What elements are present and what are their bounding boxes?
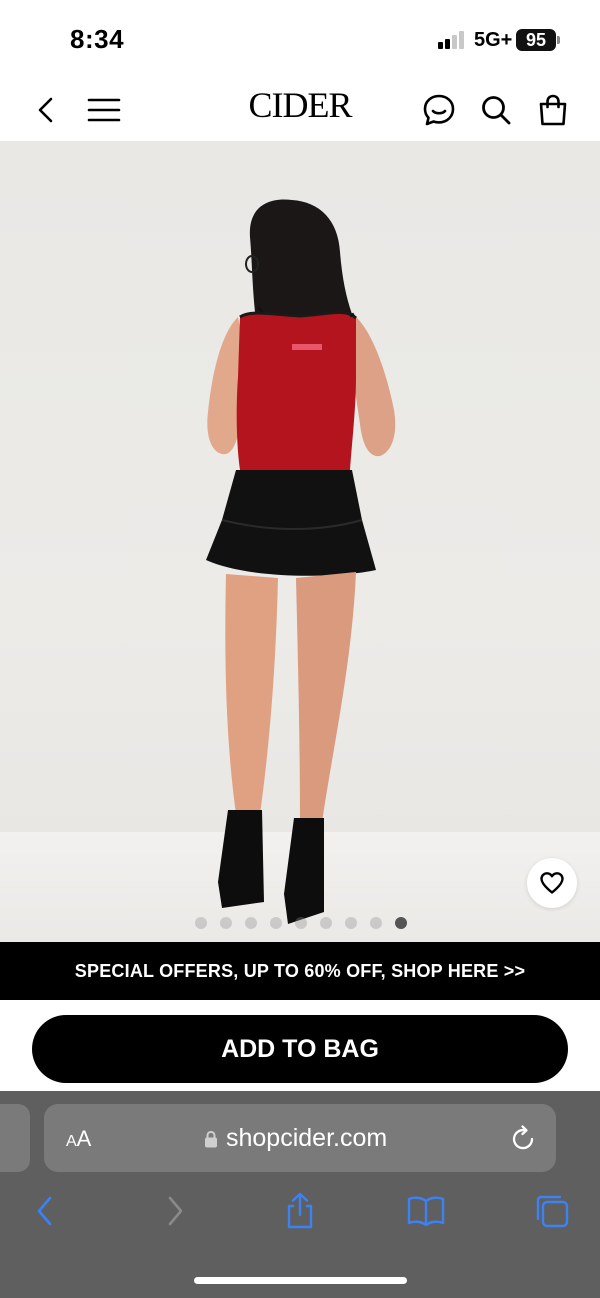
model-photo: [206, 199, 396, 924]
lock-icon: [205, 1130, 217, 1147]
brand-logo[interactable]: CIDER: [200, 84, 400, 126]
pagination-dot[interactable]: [270, 917, 282, 929]
add-to-bag-button[interactable]: ADD TO BAG: [32, 1015, 568, 1083]
search-icon: [482, 96, 511, 125]
previous-tab-preview[interactable]: [0, 1104, 30, 1172]
battery-icon: 95: [516, 29, 556, 51]
tabs-button[interactable]: [527, 1186, 577, 1236]
pagination-dot[interactable]: [245, 917, 257, 929]
bag-button[interactable]: [533, 90, 573, 130]
pagination-dot[interactable]: [295, 917, 307, 929]
share-button[interactable]: [275, 1186, 325, 1236]
pagination-dot[interactable]: [220, 917, 232, 929]
reload-icon: [512, 1125, 534, 1150]
share-icon: [287, 1192, 313, 1229]
tabs-icon: [536, 1195, 569, 1228]
battery-cap: [557, 36, 560, 44]
status-bar: 8:34 5G+ 95: [0, 0, 600, 78]
browser-chrome: AA shopcider.com: [0, 1091, 600, 1298]
chat-button[interactable]: [419, 90, 459, 130]
browser-toolbar: [0, 1186, 600, 1236]
promo-banner[interactable]: SPECIAL OFFERS, UP TO 60% OFF, SHOP HERE…: [0, 942, 600, 1000]
text-size-large-label: A: [76, 1126, 92, 1151]
bookmarks-button[interactable]: [401, 1186, 451, 1236]
favorite-button[interactable]: [527, 858, 577, 908]
reload-button[interactable]: [510, 1124, 536, 1157]
back-button[interactable]: [26, 90, 66, 130]
shopping-bag-icon: [539, 94, 567, 126]
status-time: 8:34: [70, 24, 125, 54]
pagination-dot[interactable]: [370, 917, 382, 929]
browser-back-button[interactable]: [20, 1186, 70, 1236]
address-bar[interactable]: AA shopcider.com: [44, 1104, 556, 1172]
heart-icon: [540, 872, 564, 894]
chat-icon: [423, 94, 455, 126]
chevron-left-icon: [37, 1196, 52, 1226]
book-icon: [407, 1196, 445, 1227]
text-size-small-label: A: [66, 1133, 77, 1150]
home-indicator[interactable]: [194, 1277, 407, 1284]
pagination-dot[interactable]: [395, 917, 407, 929]
battery-level: 95: [525, 30, 547, 50]
site-header: CIDER: [0, 78, 600, 142]
network-type: 5G+: [474, 29, 513, 51]
browser-forward-button[interactable]: [150, 1186, 200, 1236]
search-button[interactable]: [476, 90, 516, 130]
image-pagination: [0, 917, 600, 929]
url-display[interactable]: shopcider.com: [204, 1124, 387, 1153]
cellular-signal-icon: [438, 31, 464, 49]
pagination-dot[interactable]: [345, 917, 357, 929]
url-text: shopcider.com: [226, 1124, 388, 1152]
chevron-right-icon: [168, 1196, 183, 1226]
menu-button[interactable]: [84, 90, 124, 130]
pagination-dot[interactable]: [195, 917, 207, 929]
hamburger-icon: [87, 98, 121, 122]
chevron-left-icon: [38, 97, 53, 123]
text-size-button[interactable]: AA: [66, 1126, 91, 1152]
product-image[interactable]: [0, 142, 600, 942]
pagination-dot[interactable]: [320, 917, 332, 929]
